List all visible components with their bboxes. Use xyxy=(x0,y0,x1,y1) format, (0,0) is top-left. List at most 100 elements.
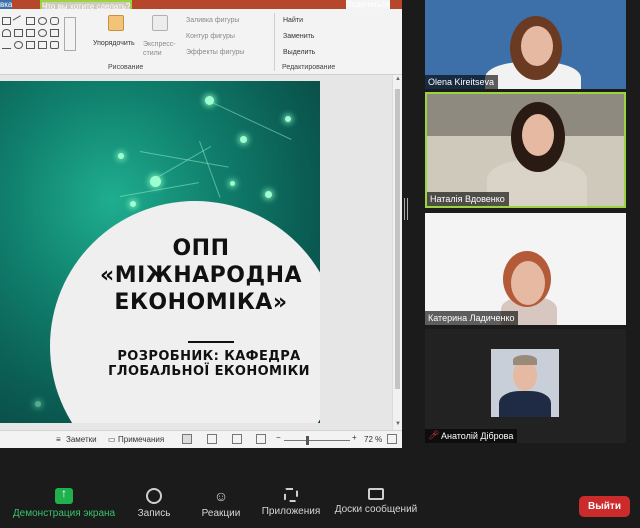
circle-shape-icon[interactable] xyxy=(38,29,47,37)
avatar-person xyxy=(499,391,551,417)
zoom-level[interactable]: 72 % xyxy=(364,435,382,444)
normal-view-icon[interactable] xyxy=(182,434,192,444)
active-speaker-tile[interactable]: Наталія Вдовенко xyxy=(425,92,626,208)
shape-fill-button[interactable]: Заливка фигуры xyxy=(186,17,239,24)
curve-shape-icon[interactable] xyxy=(2,41,11,49)
zoom-slider-handle[interactable] xyxy=(306,436,309,445)
oval-shape-icon[interactable] xyxy=(38,17,47,25)
network-line xyxy=(139,151,229,168)
line-shape-icon[interactable] xyxy=(12,15,25,27)
network-node xyxy=(205,96,214,105)
slide-title[interactable]: ОПП «МІЖНАРОДНА ЕКОНОМІКА» xyxy=(86,235,316,316)
participant-name: Olena Kireitseva xyxy=(425,75,499,89)
apps-button[interactable]: Приложения xyxy=(260,488,322,528)
reactions-label: Реакции xyxy=(201,508,241,519)
square-shape-icon[interactable] xyxy=(26,17,35,25)
replace-button[interactable]: Заменить xyxy=(283,33,314,40)
participant-name-text: Анатолій Діброва xyxy=(441,431,514,441)
participant-name: Катерина Ладиченко xyxy=(425,311,519,325)
arc-shape-icon[interactable] xyxy=(2,29,11,37)
arrow-shape-icon[interactable] xyxy=(26,29,35,37)
avatar xyxy=(491,349,559,417)
zoom-in-icon[interactable]: + xyxy=(352,433,357,442)
quick-styles-button[interactable]: Экспресс-стили xyxy=(143,40,183,58)
comments-button[interactable]: Примечания xyxy=(118,435,164,444)
participant-tile[interactable]: Катерина Ладиченко xyxy=(425,213,626,325)
participant-tile[interactable]: 🎤︎ Анатолій Діброва xyxy=(425,329,626,443)
network-node xyxy=(35,401,41,407)
whiteboard-button[interactable]: Доски сообщений xyxy=(334,488,418,528)
slide-subtitle[interactable]: РОЗРОБНИК: КАФЕДРА ГЛОБАЛЬНОЇ ЕКОНОМІКИ xyxy=(104,349,314,379)
record-button[interactable]: Запись xyxy=(134,488,174,528)
whiteboard-icon xyxy=(368,488,384,500)
video-person xyxy=(521,26,553,66)
network-node xyxy=(265,191,272,198)
view-splitter-handle[interactable] xyxy=(404,198,408,220)
smile-icon: ☺ xyxy=(213,488,229,504)
arrange-icon xyxy=(108,15,124,31)
brace-shape-icon[interactable] xyxy=(26,41,35,49)
arrange-button[interactable]: Упорядочить xyxy=(93,40,135,47)
video-person xyxy=(522,114,554,156)
ribbon-home: Упорядочить Экспресс-стили Заливка фигур… xyxy=(0,9,402,75)
slide[interactable]: ОПП «МІЖНАРОДНА ЕКОНОМІКА» РОЗРОБНИК: КА… xyxy=(0,81,320,423)
slide-sorter-icon[interactable] xyxy=(207,434,217,444)
reading-view-icon[interactable] xyxy=(232,434,242,444)
callout-shape-icon[interactable] xyxy=(50,29,59,37)
shape-effects-button[interactable]: Эффекты фигуры xyxy=(186,49,244,56)
zoom-slider[interactable] xyxy=(284,440,350,441)
participant-tile[interactable]: Olena Kireitseva xyxy=(425,0,626,89)
slide-canvas[interactable]: ОПП «МІЖНАРОДНА ЕКОНОМІКА» РОЗРОБНИК: КА… xyxy=(0,75,402,430)
find-button[interactable]: Найти xyxy=(283,17,303,24)
participant-name: Наталія Вдовенко xyxy=(427,192,509,206)
shape-outline-button[interactable]: Контур фигуры xyxy=(186,33,235,40)
rounded-rect-shape-icon[interactable] xyxy=(50,17,59,25)
network-node xyxy=(285,116,291,122)
select-button[interactable]: Выделить xyxy=(283,49,315,56)
notes-icon: ≡ xyxy=(56,435,61,444)
whiteboard-label: Доски сообщений xyxy=(334,504,418,515)
bracket-shape-icon[interactable] xyxy=(38,41,47,49)
network-line xyxy=(199,141,221,198)
share-screen-icon xyxy=(55,486,73,504)
triangle-shape-icon[interactable] xyxy=(14,29,23,37)
network-node xyxy=(118,153,124,159)
scroll-down-icon[interactable]: ▼ xyxy=(394,421,402,429)
network-node xyxy=(130,201,136,207)
editing-group-label: Редактирование xyxy=(282,64,336,71)
shapes-gallery[interactable] xyxy=(0,15,80,61)
leave-button[interactable]: Выйти xyxy=(579,496,630,517)
powerpoint-title-strip: вка Что вы хотите сделать? Поделиться xyxy=(0,0,402,116)
rectangle-shape-icon[interactable] xyxy=(2,17,11,25)
drawing-group-label: Рисование xyxy=(108,64,144,71)
fit-slide-icon[interactable] xyxy=(387,434,397,444)
share-screen-button[interactable]: Демонстрация экрана xyxy=(12,486,116,528)
network-node xyxy=(240,136,247,143)
muted-mic-icon: 🎤︎ xyxy=(428,430,440,440)
network-node xyxy=(230,181,235,186)
slideshow-icon[interactable] xyxy=(256,434,266,444)
notes-button[interactable]: Заметки xyxy=(66,435,97,444)
avatar-person xyxy=(513,355,537,365)
scroll-up-icon[interactable]: ▲ xyxy=(394,76,402,84)
meeting-toolbar: Демонстрация экрана Запись ☺ Реакции При… xyxy=(0,480,640,528)
network-node xyxy=(150,176,161,187)
status-bar: ≡ Заметки ▭ Примечания − + 72 % xyxy=(0,430,402,448)
participant-name: 🎤︎ Анатолій Діброва xyxy=(425,429,518,443)
record-icon xyxy=(146,488,162,504)
record-label: Запись xyxy=(137,508,171,519)
slide-scrollbar[interactable]: ▲ ▼ xyxy=(392,75,402,430)
shared-screen[interactable]: вка Что вы хотите сделать? Поделиться Уп… xyxy=(0,0,402,448)
zoom-out-icon[interactable]: − xyxy=(276,433,281,442)
zoom-meeting-window: вка Что вы хотите сделать? Поделиться Уп… xyxy=(0,0,640,528)
wave-shape-icon[interactable] xyxy=(14,41,23,49)
star-shape-icon[interactable] xyxy=(50,41,59,49)
share-screen-label: Демонстрация экрана xyxy=(12,508,116,519)
scrollbar-thumb[interactable] xyxy=(395,89,400,389)
shapes-gallery-scroll[interactable] xyxy=(64,17,76,51)
ribbon-separator xyxy=(274,13,275,71)
quick-styles-icon xyxy=(152,15,168,31)
network-line xyxy=(209,101,292,140)
reactions-button[interactable]: ☺ Реакции xyxy=(200,488,242,528)
apps-label: Приложения xyxy=(261,506,321,517)
